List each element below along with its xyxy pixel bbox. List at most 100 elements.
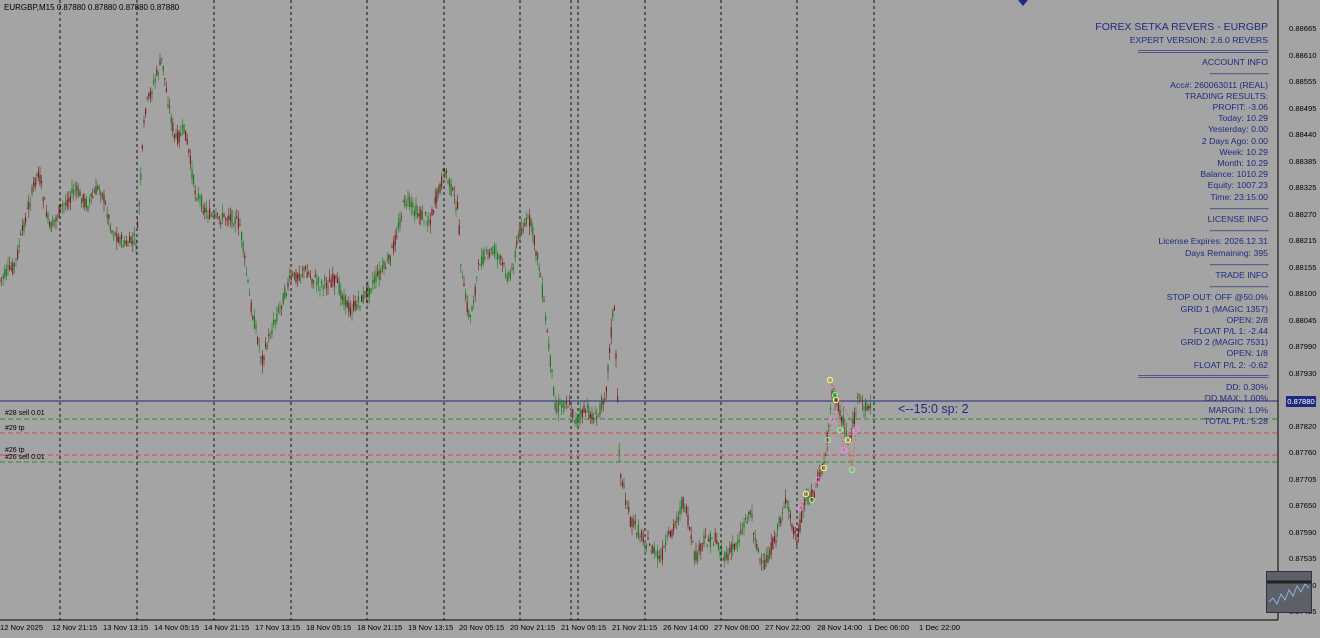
candle-body bbox=[546, 330, 548, 333]
candle-body bbox=[623, 483, 625, 488]
price-tick-label: 0.88385 bbox=[1289, 156, 1317, 166]
candle-body bbox=[359, 305, 361, 308]
candle-body bbox=[861, 400, 863, 403]
candle-body bbox=[863, 407, 865, 410]
candle-body bbox=[108, 214, 110, 220]
candle-body bbox=[37, 171, 39, 178]
candle-body bbox=[469, 314, 471, 318]
candle-body bbox=[132, 240, 134, 245]
candle-body bbox=[721, 550, 723, 553]
trade-path-line bbox=[799, 379, 857, 509]
order-label-26-tp[interactable]: #26 tp bbox=[5, 447, 24, 454]
candle-body bbox=[474, 286, 476, 296]
candle-body bbox=[287, 282, 289, 287]
candle-body bbox=[841, 417, 843, 423]
grid2-label: GRID 2 (MAGIC 7531) bbox=[1180, 337, 1268, 348]
candle-body bbox=[154, 78, 156, 82]
candle-body bbox=[210, 215, 212, 217]
candle-body bbox=[605, 386, 607, 392]
candle-body bbox=[90, 193, 92, 198]
chart-window[interactable]: EURGBP,M15 0.87880 0.87880 0.87880 0.878… bbox=[0, 0, 1320, 638]
time-tick-label: 1 Dec 06:00 bbox=[868, 623, 909, 632]
candle-body bbox=[671, 530, 673, 537]
trade-marker-icon[interactable] bbox=[828, 416, 836, 424]
trade-marker-icon[interactable] bbox=[808, 496, 816, 504]
candle-body bbox=[20, 233, 22, 235]
candle-body bbox=[343, 297, 345, 305]
candle-body bbox=[829, 408, 831, 409]
candle-body bbox=[522, 229, 524, 231]
candle-body bbox=[453, 194, 455, 196]
candle-body bbox=[644, 545, 646, 547]
days-remaining: Days Remaining: 395 bbox=[1184, 247, 1268, 258]
candle-body bbox=[769, 549, 771, 559]
candle-body bbox=[493, 245, 495, 255]
candle-body bbox=[76, 185, 78, 191]
candle-body bbox=[679, 507, 681, 514]
month-value: Month: 10.29 bbox=[1217, 158, 1268, 169]
candle-body bbox=[567, 407, 569, 409]
total-pl-value: TOTAL P/L: 5.28 bbox=[1203, 415, 1268, 426]
candle-body bbox=[253, 316, 255, 329]
candle-body bbox=[557, 402, 559, 413]
candle-body bbox=[183, 124, 185, 134]
chart-thumbnail[interactable] bbox=[1266, 571, 1312, 613]
candle-body bbox=[362, 294, 364, 303]
candle-body bbox=[738, 539, 740, 543]
candle-body bbox=[258, 344, 260, 347]
two-days-ago-value: 2 Days Ago: 0.00 bbox=[1201, 135, 1268, 146]
candle-body bbox=[151, 91, 153, 95]
candle-body bbox=[354, 300, 356, 307]
candle-body bbox=[666, 535, 668, 538]
candle-body bbox=[589, 414, 591, 419]
candle-body bbox=[772, 538, 774, 550]
chart-shift-marker[interactable] bbox=[1018, 0, 1028, 6]
candle-body bbox=[77, 189, 79, 197]
candle-body bbox=[420, 209, 422, 220]
order-label-28-sell[interactable]: #28 sell 0.01 bbox=[5, 410, 45, 417]
time-tick-label: 19 Nov 13:15 bbox=[408, 623, 454, 632]
candle-body bbox=[161, 58, 163, 60]
candle-body bbox=[194, 190, 196, 194]
candle-body bbox=[657, 550, 659, 560]
candle-body bbox=[345, 294, 347, 307]
order-label-26-sell[interactable]: #26 sell 0.01 bbox=[5, 454, 45, 461]
candle-body bbox=[511, 267, 513, 269]
candle-body bbox=[23, 222, 25, 231]
candle-body bbox=[101, 192, 103, 199]
candle-body bbox=[793, 527, 795, 535]
candle-body bbox=[538, 267, 540, 271]
candle-body bbox=[319, 289, 321, 291]
candle-body bbox=[405, 203, 407, 206]
candle-body bbox=[193, 174, 195, 185]
candle-body bbox=[714, 533, 716, 542]
candle-body bbox=[596, 415, 598, 418]
candle-body bbox=[124, 240, 126, 245]
candle-body bbox=[266, 345, 268, 350]
candle-body bbox=[746, 521, 748, 524]
candle-body bbox=[380, 270, 382, 273]
trade-marker-icon[interactable] bbox=[826, 376, 834, 384]
candle-body bbox=[593, 417, 595, 423]
candle-body bbox=[545, 315, 547, 321]
candle-body bbox=[549, 354, 551, 367]
candle-body bbox=[716, 540, 718, 545]
candle-body bbox=[292, 274, 294, 276]
candle-body bbox=[842, 415, 844, 426]
candle-body bbox=[119, 237, 121, 245]
candle-body bbox=[628, 507, 630, 512]
candle-body bbox=[391, 246, 393, 248]
candle-body bbox=[757, 548, 759, 553]
candle-body bbox=[839, 410, 841, 417]
candle-body bbox=[34, 177, 36, 188]
order-label-29-tp[interactable]: #29 tp bbox=[5, 425, 24, 432]
candle-body bbox=[785, 498, 787, 504]
candle-body bbox=[212, 214, 214, 216]
candle-body bbox=[626, 507, 628, 509]
candle-body bbox=[399, 217, 401, 227]
candle-body bbox=[823, 461, 825, 465]
candle-body bbox=[425, 212, 427, 214]
candle-body bbox=[417, 213, 419, 217]
separator-line: ------------------------------- bbox=[1209, 68, 1269, 79]
separator-double: ================================ bbox=[1137, 370, 1269, 381]
